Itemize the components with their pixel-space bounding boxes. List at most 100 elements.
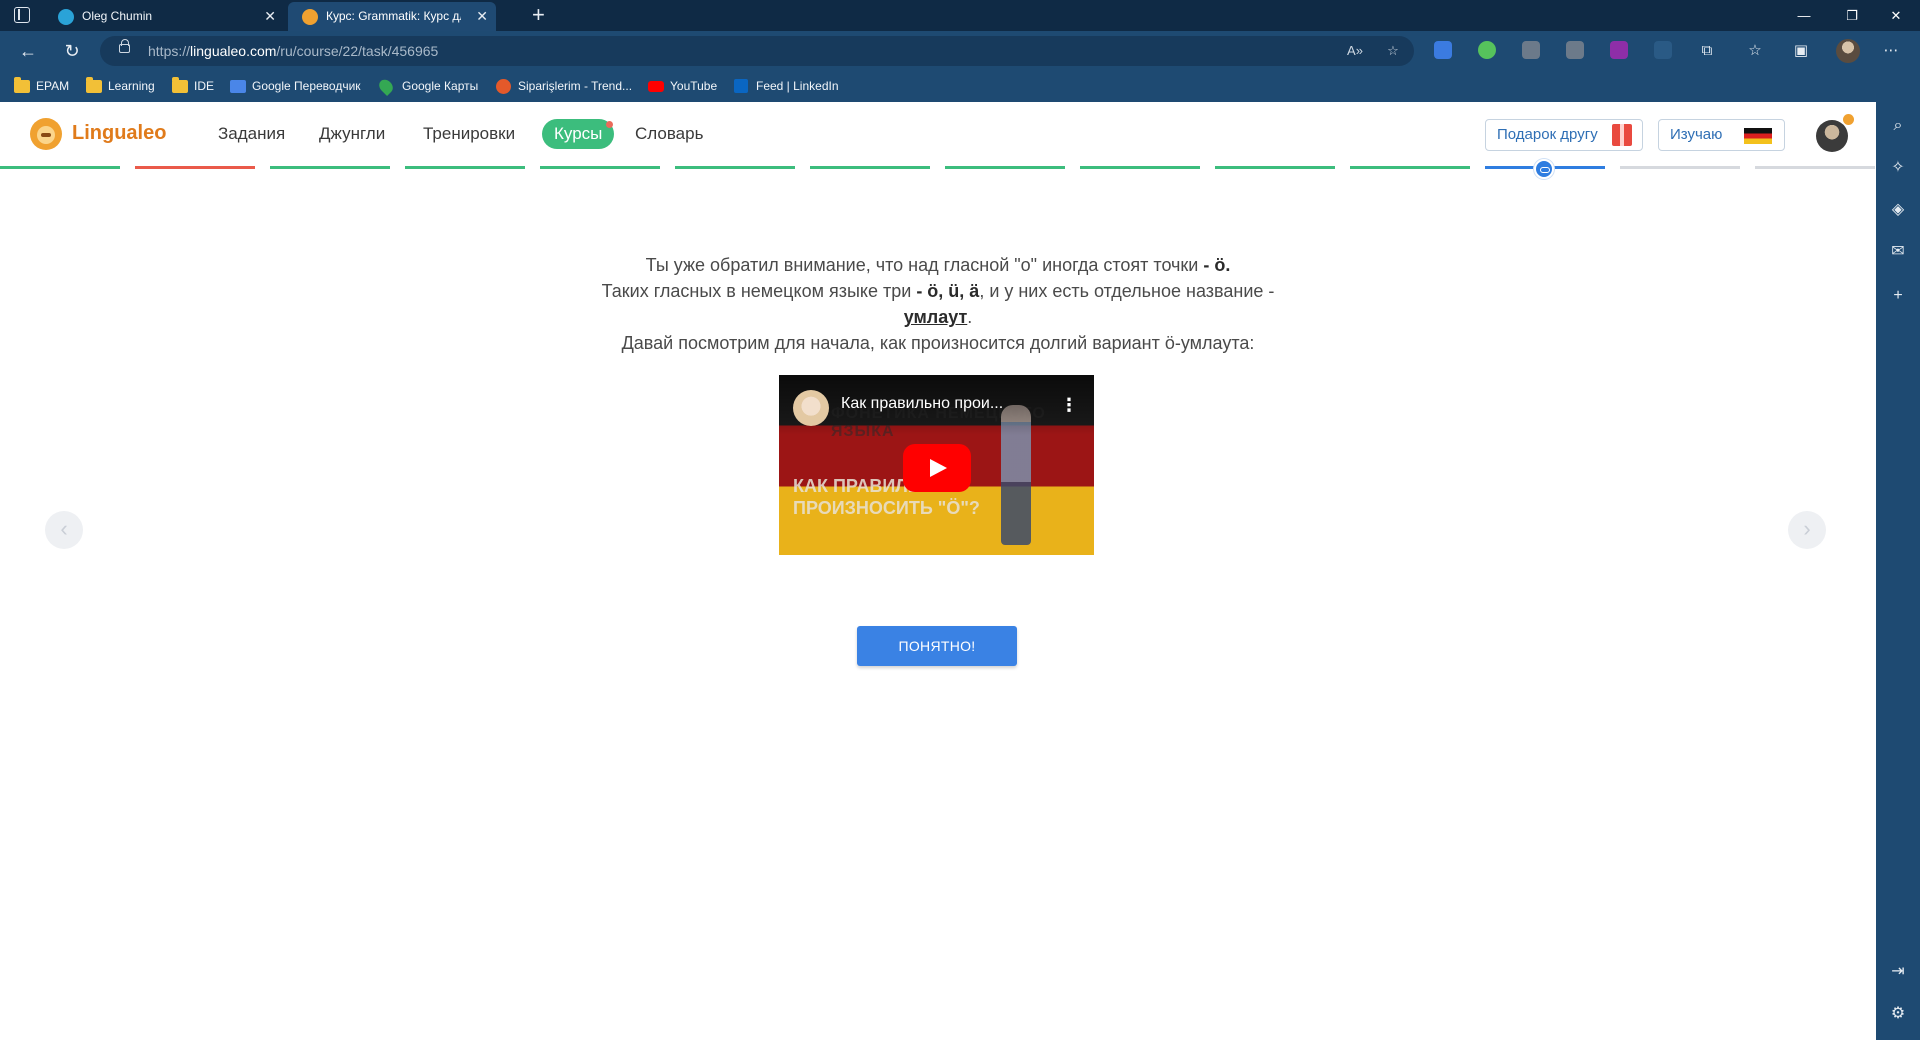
bookmark-youtube[interactable]: YouTube bbox=[648, 71, 717, 102]
browser-tab-bar: Oleg Chumin ✕ Курс: Grammatik: Курс для … bbox=[0, 0, 1920, 31]
extension-gray-icon[interactable] bbox=[1522, 41, 1540, 59]
progress-segment[interactable] bbox=[0, 166, 120, 169]
browser-tab-course[interactable]: Курс: Grammatik: Курс для начинающих ✕ bbox=[288, 2, 496, 31]
browser-tab-profile[interactable]: Oleg Chumin ✕ bbox=[44, 2, 284, 31]
extension-gray-icon-2[interactable] bbox=[1566, 41, 1584, 59]
hide-sidebar-icon[interactable]: ⇥ bbox=[1888, 962, 1908, 982]
video-more-options-icon[interactable]: ⋮ bbox=[1059, 393, 1079, 417]
back-arrow-icon[interactable]: ← bbox=[16, 39, 40, 63]
bookmark-trendyol[interactable]: Siparişlerim - Trend... bbox=[496, 71, 632, 102]
tab-actions-icon[interactable] bbox=[14, 7, 30, 23]
progress-segment[interactable] bbox=[405, 166, 525, 169]
umlaut-term-link[interactable]: умлаут bbox=[904, 307, 968, 327]
nav-jungle[interactable]: Джунгли bbox=[319, 119, 385, 149]
progress-segment[interactable] bbox=[1620, 166, 1740, 169]
channel-avatar[interactable] bbox=[793, 390, 829, 426]
nav-tasks[interactable]: Задания bbox=[218, 119, 285, 149]
browser-sidebar: ⌕ ✧ ◈ ✉ + ⇥ ⚙ bbox=[1876, 102, 1920, 1040]
tab-title: Курс: Grammatik: Курс для начинающих bbox=[326, 9, 461, 23]
lock-icon[interactable] bbox=[119, 39, 130, 53]
progress-segment[interactable] bbox=[945, 166, 1065, 169]
next-task-arrow-icon[interactable]: › bbox=[1788, 511, 1826, 549]
url-text[interactable]: https://lingualeo.com/ru/course/22/task/… bbox=[148, 36, 438, 66]
user-avatar[interactable] bbox=[1816, 120, 1848, 152]
nav-trainings[interactable]: Тренировки bbox=[423, 119, 515, 149]
progress-segment[interactable] bbox=[1215, 166, 1335, 169]
bookmark-learning[interactable]: Learning bbox=[86, 71, 155, 102]
google-translate-icon bbox=[230, 80, 246, 93]
current-task-marker-icon bbox=[1534, 159, 1554, 179]
german-flag-icon bbox=[1744, 128, 1772, 144]
gift-icon bbox=[1612, 124, 1632, 146]
bookmark-linkedin[interactable]: Feed | LinkedIn bbox=[734, 71, 839, 102]
progress-segment[interactable] bbox=[675, 166, 795, 169]
lesson-text: Ты уже обратил внимание, что над гласной… bbox=[438, 252, 1438, 356]
google-maps-icon bbox=[376, 76, 396, 97]
read-aloud-icon[interactable]: A» bbox=[1346, 42, 1364, 60]
refresh-icon[interactable]: ↻ bbox=[60, 39, 84, 63]
restore-icon[interactable]: ❐ bbox=[1828, 0, 1876, 31]
folder-icon bbox=[14, 77, 30, 93]
add-sidebar-app-icon[interactable]: + bbox=[1888, 286, 1908, 306]
bookmark-google-maps[interactable]: Google Карты bbox=[376, 71, 478, 102]
linkedin-icon bbox=[734, 79, 748, 93]
progress-segment[interactable] bbox=[810, 166, 930, 169]
nav-courses[interactable]: Курсы bbox=[542, 119, 615, 149]
notification-dot bbox=[606, 121, 614, 128]
premium-badge-icon bbox=[1843, 114, 1854, 125]
site-header: Lingualeo Задания Джунгли Тренировки Кур… bbox=[0, 102, 1876, 166]
tab-favicon bbox=[302, 9, 318, 25]
bookmark-ide[interactable]: IDE bbox=[172, 71, 214, 102]
extension-green-icon[interactable] bbox=[1478, 41, 1496, 59]
previous-task-arrow-icon[interactable]: ‹ bbox=[45, 511, 83, 549]
bookmark-google-translate[interactable]: Google Переводчик bbox=[230, 71, 361, 102]
lion-logo-icon bbox=[30, 118, 62, 150]
progress-segment[interactable] bbox=[1080, 166, 1200, 169]
tab-favicon bbox=[58, 9, 74, 25]
gift-friend-button[interactable]: Подарок другу bbox=[1485, 119, 1643, 151]
understood-button[interactable]: ПОНЯТНО! bbox=[857, 626, 1017, 666]
translate-extension-icon[interactable] bbox=[1434, 41, 1452, 59]
bookmark-epam[interactable]: EPAM bbox=[14, 71, 69, 102]
extensions-puzzle-icon[interactable]: ⧉ bbox=[1696, 40, 1718, 62]
copilot-sparkle-icon[interactable]: ✧ bbox=[1888, 158, 1908, 178]
sidebar-settings-gear-icon[interactable]: ⚙ bbox=[1888, 1004, 1908, 1024]
lesson-line-1: Ты уже обратил внимание, что над гласной… bbox=[645, 255, 1231, 275]
trendyol-icon bbox=[496, 79, 511, 94]
profile-avatar[interactable] bbox=[1836, 39, 1860, 63]
bookmarks-bar: EPAM Learning IDE Google Переводчик Goog… bbox=[0, 71, 1920, 102]
youtube-icon bbox=[648, 81, 664, 92]
folder-icon bbox=[172, 77, 188, 93]
collections-icon[interactable]: ▣ bbox=[1790, 40, 1812, 62]
learning-language-button[interactable]: Изучаю bbox=[1658, 119, 1785, 151]
more-menu-icon[interactable]: ⋯ bbox=[1880, 40, 1902, 62]
favorites-icon[interactable]: ☆ bbox=[1744, 40, 1766, 62]
nav-dictionary[interactable]: Словарь bbox=[635, 119, 703, 149]
progress-segment[interactable] bbox=[540, 166, 660, 169]
close-window-icon[interactable]: ✕ bbox=[1872, 0, 1920, 31]
extension-purple-icon[interactable] bbox=[1610, 41, 1628, 59]
minimize-icon[interactable]: — bbox=[1780, 0, 1828, 31]
progress-segment[interactable] bbox=[1755, 166, 1875, 169]
close-tab-icon[interactable]: ✕ bbox=[476, 2, 488, 31]
progress-segment[interactable] bbox=[270, 166, 390, 169]
tab-title: Oleg Chumin bbox=[82, 9, 153, 23]
close-tab-icon[interactable]: ✕ bbox=[264, 2, 276, 31]
progress-segment[interactable] bbox=[1350, 166, 1470, 169]
page: Lingualeo Задания Джунгли Тренировки Кур… bbox=[0, 102, 1876, 1040]
lesson-line-3: Давай посмотрим для начала, как произнос… bbox=[621, 333, 1255, 353]
favorite-star-icon[interactable]: ☆ bbox=[1384, 42, 1402, 60]
video-title[interactable]: Как правильно прои... bbox=[841, 395, 1041, 413]
youtube-play-button-icon[interactable] bbox=[903, 444, 971, 492]
outlook-icon[interactable]: ✉ bbox=[1888, 242, 1908, 262]
youtube-video-player[interactable]: ФОНЕТИКА НЕМЕЦКОГО ЯЗЫКА КАК ПРАВИЛЬНОПР… bbox=[779, 375, 1094, 555]
shopping-icon[interactable]: ◈ bbox=[1888, 200, 1908, 220]
folder-icon bbox=[86, 77, 102, 93]
extension-dark-icon[interactable] bbox=[1654, 41, 1672, 59]
address-bar[interactable]: https://lingualeo.com/ru/course/22/task/… bbox=[100, 36, 1414, 66]
new-tab-icon[interactable]: + bbox=[532, 3, 545, 27]
lesson-line-term: умлаут. bbox=[903, 307, 973, 327]
progress-segment[interactable] bbox=[135, 166, 255, 169]
browser-toolbar: ← ↻ https://lingualeo.com/ru/course/22/t… bbox=[0, 31, 1920, 71]
search-icon[interactable]: ⌕ bbox=[1888, 116, 1908, 136]
